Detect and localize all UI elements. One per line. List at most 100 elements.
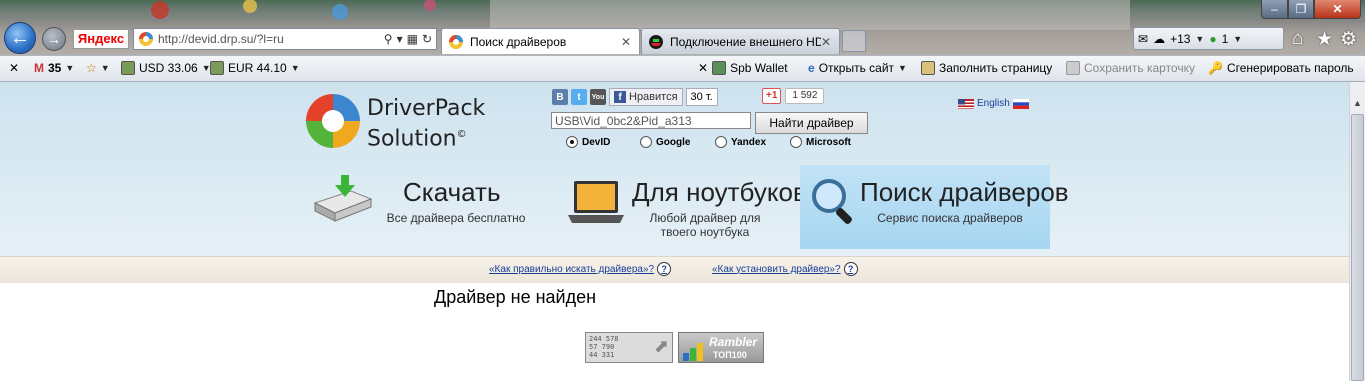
- english-link[interactable]: English: [977, 98, 1010, 109]
- rambler-top100-badge[interactable]: Rambler ТОП100: [678, 332, 764, 363]
- tab-close-icon[interactable]: ✕: [821, 35, 833, 49]
- tab-close-icon[interactable]: ✕: [621, 35, 633, 49]
- language-switcher: English: [958, 98, 1029, 109]
- toolbar-close-icon[interactable]: ✕: [9, 61, 19, 75]
- search-icon[interactable]: ⚲: [384, 32, 393, 46]
- gear-icon[interactable]: ⚙: [1340, 28, 1357, 51]
- radio-unchecked[interactable]: [790, 136, 802, 148]
- engine-radio-microsoft[interactable]: Microsoft: [790, 136, 851, 148]
- engine-radio-devid[interactable]: DevID: [566, 136, 610, 148]
- how-to-install-link[interactable]: «Как установить драйвер»? ?: [712, 262, 858, 276]
- star-icon[interactable]: ★: [1316, 28, 1333, 51]
- spb-wallet-button[interactable]: ✕ Spb Wallet: [698, 61, 788, 75]
- spb-wallet-label: Spb Wallet: [730, 61, 788, 75]
- hard-drive-download-icon: [313, 175, 373, 222]
- arrow-left-icon: ←: [10, 26, 30, 49]
- chart-icon: [210, 61, 224, 75]
- menu-laptops[interactable]: Для ноутбуков Любой драйвер для твоего н…: [560, 165, 807, 249]
- driverpack-logo[interactable]: DriverPack Solution©: [303, 90, 493, 154]
- address-url[interactable]: http://devid.drp.su/?l=ru: [158, 32, 384, 46]
- laptop-icon: [568, 181, 624, 223]
- window-maximize-button[interactable]: ❐: [1288, 0, 1314, 19]
- tab-inactive[interactable]: Подключение внешнего HD... ✕: [641, 28, 840, 54]
- counter-values: 244 578 57 790 44 331: [589, 335, 619, 359]
- tab-favicon-icon: [449, 34, 463, 49]
- chevron-down-icon[interactable]: ▼: [1233, 34, 1242, 44]
- weather-icon[interactable]: ☁: [1153, 32, 1165, 46]
- menu-driver-search[interactable]: Поиск драйверов Сервис поиска драйверов: [800, 165, 1069, 249]
- rambler-title: Rambler: [709, 335, 758, 349]
- find-driver-button[interactable]: Найти драйвер: [755, 112, 868, 134]
- save-card-button[interactable]: Сохранить карточку: [1066, 61, 1195, 75]
- gplus-button[interactable]: +1: [762, 88, 782, 104]
- twitter-icon[interactable]: t: [571, 89, 587, 105]
- radio-unchecked[interactable]: [640, 136, 652, 148]
- browser-widgets: ✉ ☁ +13 ▼ ● 1 ▼: [1133, 27, 1284, 50]
- chevron-down-icon[interactable]: ▼: [1195, 34, 1204, 44]
- arrow-right-icon: →: [47, 31, 61, 47]
- help-icon: ?: [843, 262, 858, 276]
- eur-label: EUR 44.10: [228, 61, 287, 75]
- radio-checked[interactable]: [566, 136, 578, 148]
- usd-rate[interactable]: USD 33.06 ▼: [121, 61, 211, 75]
- result-message: Драйвер не найден: [434, 287, 597, 307]
- home-icon[interactable]: ⌂: [1292, 28, 1303, 50]
- liveinternet-counter[interactable]: 244 578 57 790 44 331 ⬈: [585, 332, 673, 363]
- arrow-up-right-icon: ⬈: [653, 336, 669, 356]
- new-tab-button[interactable]: [842, 30, 866, 52]
- gmail-icon: M: [34, 61, 44, 75]
- gmail-button[interactable]: M 35 ▼: [34, 61, 74, 75]
- dropdown-icon[interactable]: ▾: [397, 32, 403, 46]
- address-bar[interactable]: http://devid.drp.su/?l=ru ⚲ ▾ ▦ ↻: [133, 28, 437, 50]
- counter-icon: ●: [1209, 31, 1217, 46]
- yandex-button[interactable]: Яндекс: [73, 29, 129, 49]
- eur-rate[interactable]: EUR 44.10 ▼: [210, 61, 300, 75]
- russia-flag-icon[interactable]: [1012, 98, 1029, 109]
- how-to-search-link[interactable]: «Как правильно искать драйвера»? ?: [489, 262, 672, 276]
- menu-download[interactable]: Скачать Все драйвера бесплатно: [303, 165, 548, 249]
- youtube-icon[interactable]: You: [590, 89, 606, 105]
- facebook-like-label: Нравится: [629, 91, 678, 103]
- tab-title: Подключение внешнего HD...: [670, 34, 821, 49]
- compat-view-icon[interactable]: ▦: [407, 32, 418, 46]
- menu-download-title: Скачать: [403, 177, 501, 207]
- browser-title-bar: ‒ ❐ ✕ ← → Яндекс http://devid.drp.su/?l=…: [0, 0, 1365, 55]
- engine-radio-google[interactable]: Google: [640, 136, 690, 148]
- window-minimize-button[interactable]: ‒: [1261, 0, 1288, 19]
- generate-password-button[interactable]: 🔑 Сгенерировать пароль: [1208, 61, 1354, 75]
- forward-button[interactable]: →: [42, 27, 66, 51]
- logo-line-1: DriverPack: [367, 96, 486, 121]
- scroll-up-icon[interactable]: ▲: [1353, 98, 1362, 108]
- magnifier-icon: [812, 179, 852, 224]
- mail-icon[interactable]: ✉: [1138, 32, 1148, 46]
- vk-icon[interactable]: B: [552, 89, 568, 105]
- scrollbar-thumb[interactable]: [1351, 114, 1364, 381]
- social-buttons: B t You f Нравится 30 т.: [552, 88, 718, 106]
- radio-unchecked[interactable]: [715, 136, 727, 148]
- chevron-down-icon[interactable]: ▼: [101, 63, 110, 73]
- driver-search-input[interactable]: [551, 112, 751, 129]
- refresh-icon[interactable]: ↻: [422, 32, 432, 46]
- engine-radio-yandex[interactable]: Yandex: [715, 136, 766, 148]
- chevron-down-icon[interactable]: ▼: [65, 63, 74, 73]
- us-flag-icon[interactable]: [958, 98, 974, 109]
- favorites-button[interactable]: ☆ ▼: [86, 61, 110, 75]
- facebook-like-button[interactable]: f Нравится: [609, 88, 683, 106]
- fill-page-button[interactable]: Заполнить страницу: [921, 61, 1052, 75]
- vertical-scrollbar[interactable]: ▲: [1349, 82, 1365, 381]
- yandex-label: Яндекс: [77, 31, 125, 46]
- generate-password-label: Сгенерировать пароль: [1226, 61, 1354, 75]
- mail-count: 35: [48, 61, 62, 75]
- tab-active[interactable]: Поиск драйверов ✕: [441, 28, 640, 54]
- close-icon[interactable]: ✕: [698, 61, 708, 75]
- open-site-button[interactable]: e Открыть сайт ▼: [808, 61, 907, 75]
- save-card-label: Сохранить карточку: [1084, 61, 1195, 75]
- help-icon: ?: [657, 262, 672, 276]
- chevron-down-icon[interactable]: ▼: [291, 63, 300, 73]
- back-button[interactable]: ←: [4, 22, 36, 54]
- chevron-down-icon[interactable]: ▼: [898, 63, 907, 73]
- weather-temp[interactable]: +13: [1170, 32, 1190, 46]
- engine-label: Yandex: [731, 136, 767, 148]
- counter-value[interactable]: 1: [1222, 32, 1229, 46]
- window-close-button[interactable]: ✕: [1314, 0, 1361, 19]
